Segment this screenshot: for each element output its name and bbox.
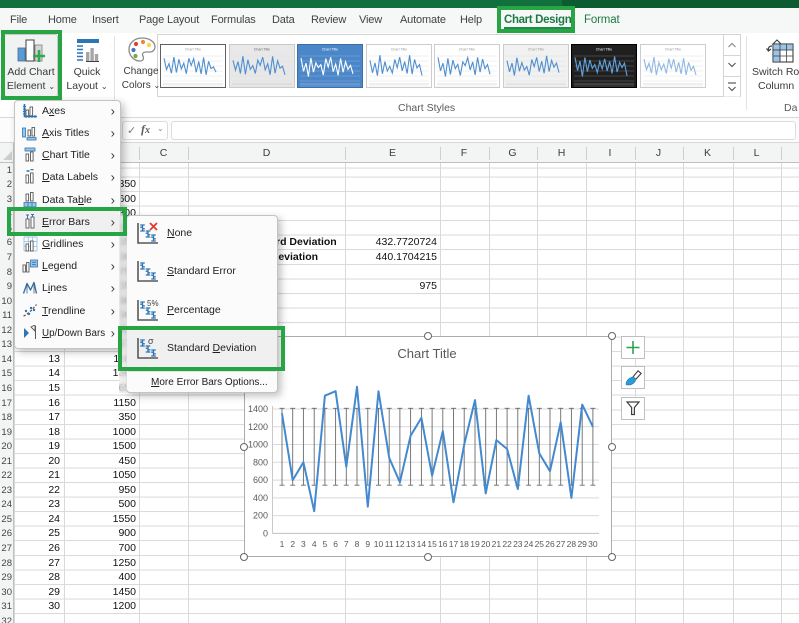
svg-text:3: 3	[301, 539, 306, 549]
svg-text:8: 8	[355, 539, 360, 549]
svg-text:800: 800	[253, 457, 268, 467]
svg-text:24: 24	[524, 539, 534, 549]
svg-text:Chart Title: Chart Title	[664, 48, 680, 52]
svg-text:27: 27	[556, 539, 566, 549]
svg-text:Chart Title: Chart Title	[253, 48, 269, 52]
svg-text:25: 25	[535, 539, 545, 549]
svg-text:Chart Title: Chart Title	[527, 48, 543, 52]
svg-text:400: 400	[253, 493, 268, 503]
svg-text:Chart Title: Chart Title	[397, 346, 456, 361]
svg-text:Chart Title: Chart Title	[459, 48, 475, 52]
svg-text:1200: 1200	[248, 422, 268, 432]
svg-text:10: 10	[374, 539, 384, 549]
svg-text:15: 15	[427, 539, 437, 549]
svg-text:9: 9	[365, 539, 370, 549]
svg-text:7: 7	[344, 539, 349, 549]
svg-text:14: 14	[417, 539, 427, 549]
svg-text:Chart Title: Chart Title	[322, 48, 338, 52]
svg-text:Chart Title: Chart Title	[596, 48, 612, 52]
svg-text:5%: 5%	[147, 299, 159, 308]
svg-text:28: 28	[567, 539, 577, 549]
svg-text:5: 5	[323, 539, 328, 549]
svg-text:12: 12	[395, 539, 405, 549]
svg-text:19: 19	[470, 539, 480, 549]
svg-text:4: 4	[312, 539, 317, 549]
svg-text:26: 26	[545, 539, 555, 549]
svg-text:30: 30	[588, 539, 598, 549]
svg-text:17: 17	[449, 539, 459, 549]
svg-text:200: 200	[253, 511, 268, 521]
svg-text:21: 21	[492, 539, 502, 549]
svg-text:22: 22	[502, 539, 512, 549]
svg-text:1400: 1400	[248, 404, 268, 414]
svg-text:11: 11	[385, 539, 394, 549]
svg-text:20: 20	[481, 539, 491, 549]
svg-text:600: 600	[253, 475, 268, 485]
svg-text:6: 6	[333, 539, 338, 549]
svg-text:Chart Title: Chart Title	[390, 48, 406, 52]
svg-text:18: 18	[459, 539, 469, 549]
svg-text:13: 13	[406, 539, 416, 549]
svg-text:1000: 1000	[248, 440, 268, 450]
svg-text:29: 29	[577, 539, 587, 549]
svg-text:0: 0	[263, 528, 268, 538]
svg-text:2: 2	[290, 539, 295, 549]
svg-text:1: 1	[280, 539, 285, 549]
svg-text:Chart Title: Chart Title	[185, 48, 201, 52]
svg-text:16: 16	[438, 539, 448, 549]
svg-text:23: 23	[513, 539, 523, 549]
